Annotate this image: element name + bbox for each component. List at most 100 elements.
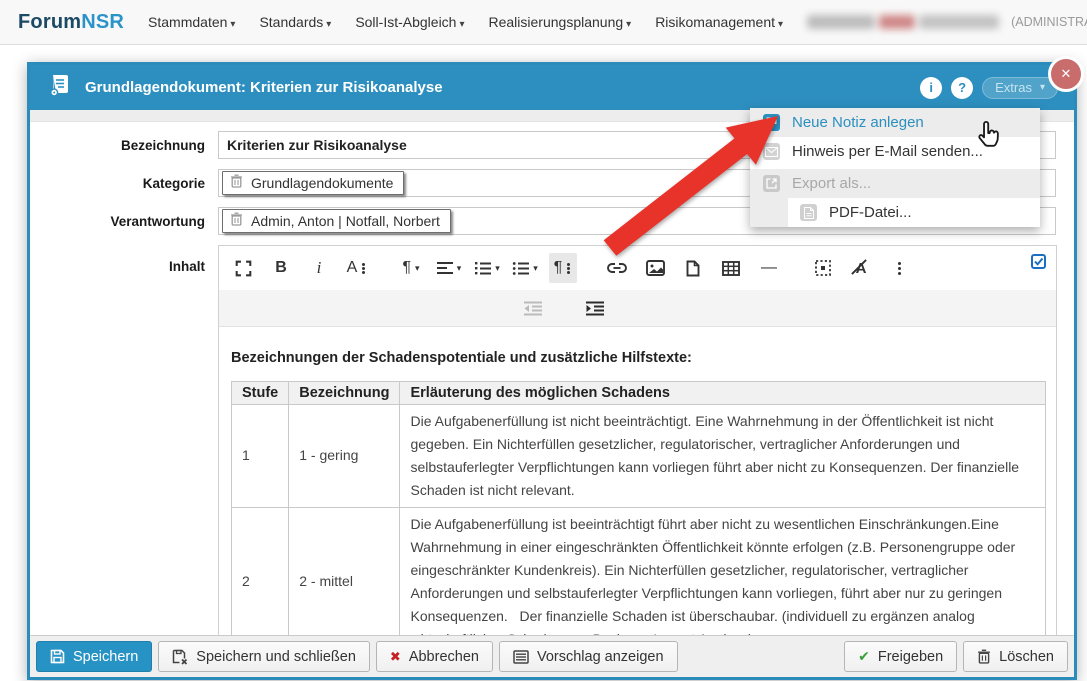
menu-item-new-note[interactable]: Neue Notiz anlegen (750, 108, 1040, 137)
inhalt-label: Inhalt (30, 259, 205, 274)
document-scroll-icon (46, 72, 72, 103)
schadenspotentiale-table: Stufe Bezeichnung Erläuterung des möglic… (231, 381, 1046, 637)
select-all-button[interactable] (809, 253, 837, 283)
fullscreen-button[interactable] (229, 253, 257, 283)
redacted-username (879, 15, 915, 29)
insert-table-button[interactable] (717, 253, 745, 283)
table-cell-erlaeuterung-2: Die Aufgabenerfüllung ist beeinträchtigt… (400, 507, 1046, 637)
logo-part-2: NSR (81, 11, 124, 33)
redacted-username (919, 15, 999, 29)
kategorie-tag-label: Grundlagendokumente (251, 175, 393, 191)
outdent-icon (524, 301, 542, 316)
trash-icon[interactable] (230, 212, 243, 229)
align-button[interactable]: ▾ (435, 253, 463, 283)
more-dots-icon (567, 267, 570, 270)
close-icon: ✕ (1061, 66, 1072, 82)
chevron-down-icon: ▾ (533, 263, 538, 274)
ordered-list-button[interactable]: ▾ (473, 253, 501, 283)
chevron-down-icon: ▾ (326, 19, 331, 30)
verantwortung-label: Verantwortung (30, 214, 205, 229)
export-icon (763, 175, 780, 192)
indent-icon (586, 301, 604, 316)
trash-icon (977, 649, 991, 664)
cancel-button[interactable]: ✖ Abbrechen (376, 641, 493, 672)
menu-realisierungsplanung[interactable]: Realisierungsplanung▾ (489, 14, 632, 30)
clear-format-button[interactable]: A (847, 253, 875, 283)
menu-item-export-as: Export als... (750, 169, 1040, 198)
paragraph-format-button[interactable]: ¶▾ (397, 253, 425, 283)
save-icon (50, 649, 65, 664)
save-and-close-button[interactable]: Speichern und schließen (158, 641, 370, 672)
table-cell-bezeichnung-1: 1 - gering (289, 405, 400, 508)
green-check-icon: ✔ (858, 648, 870, 665)
insert-file-button[interactable] (679, 253, 707, 283)
user-menu[interactable]: (ADMINISTRATOR) ▾ (807, 15, 1087, 29)
insert-link-button[interactable] (603, 253, 631, 283)
rich-text-editor: B i A ¶▾ ▾ ▾ (218, 245, 1057, 637)
dotted-box-icon (815, 260, 831, 276)
align-left-icon (437, 261, 453, 275)
dialog-footer: Speichern Speichern und schließen ✖ Abbr… (30, 635, 1074, 677)
table-icon (722, 261, 740, 276)
chevron-down-icon: ▾ (415, 263, 420, 274)
dialog-title: Grundlagendokument: Kriterien zur Risiko… (85, 79, 443, 96)
indent-button[interactable] (581, 293, 609, 323)
font-size-button[interactable]: A (343, 253, 371, 283)
editor-checkbox[interactable] (1031, 254, 1046, 274)
envelope-icon (763, 143, 780, 160)
extras-dropdown-menu: Neue Notiz anlegen Hinweis per E-Mail se… (750, 108, 1040, 227)
unordered-list-button[interactable]: ▾ (511, 253, 539, 283)
help-button[interactable]: ? (951, 77, 973, 99)
editor-content-area[interactable]: Bezeichnungen der Schadenspotentiale und… (219, 327, 1056, 637)
menu-item-email-hint[interactable]: Hinweis per E-Mail senden... (750, 137, 1040, 166)
table-header-erlaeuterung: Erläuterung des möglichen Schadens (400, 382, 1046, 405)
verantwortung-tag-label: Admin, Anton | Notfall, Norbert (251, 213, 440, 229)
horizontal-rule-button[interactable]: — (755, 253, 783, 283)
table-row: 1 1 - gering Die Aufgabenerfüllung ist n… (232, 405, 1046, 508)
kategorie-tag[interactable]: Grundlagendokumente (222, 171, 404, 195)
top-navbar: ForumNSR Stammdaten▾ Standards▾ Soll-Ist… (0, 0, 1087, 45)
more-options-button[interactable] (885, 253, 913, 283)
trash-icon[interactable] (230, 174, 243, 191)
delete-button[interactable]: Löschen (963, 641, 1068, 672)
save-button[interactable]: Speichern (36, 641, 152, 672)
insert-image-button[interactable] (641, 253, 669, 283)
list-icon (513, 650, 529, 664)
paragraph-style-button[interactable]: ¶ (549, 253, 577, 283)
table-cell-bezeichnung-2: 2 - mittel (289, 507, 400, 637)
info-button[interactable]: i (920, 77, 942, 99)
release-button[interactable]: ✔ Freigeben (844, 641, 957, 672)
note-icon (763, 114, 780, 131)
menu-standards[interactable]: Standards▾ (259, 14, 331, 30)
dialog-header: Grundlagendokument: Kriterien zur Risiko… (30, 65, 1074, 110)
table-cell-stufe-1: 1 (232, 405, 289, 508)
bullet-list-icon (512, 261, 529, 276)
menu-soll-ist-abgleich[interactable]: Soll-Ist-Abgleich▾ (355, 14, 464, 30)
help-icon: ? (958, 80, 966, 95)
chevron-down-icon: ▾ (457, 263, 462, 274)
bold-button[interactable]: B (267, 253, 295, 283)
app-window: ForumNSR Stammdaten▾ Standards▾ Soll-Ist… (0, 0, 1087, 681)
chevron-down-icon: ▾ (626, 19, 631, 30)
table-cell-stufe-2: 2 (232, 507, 289, 637)
image-icon (646, 260, 665, 276)
app-logo[interactable]: ForumNSR (18, 11, 124, 34)
extras-button[interactable]: Extras▾ (982, 77, 1058, 99)
show-proposal-button[interactable]: Vorschlag anzeigen (499, 641, 678, 672)
kategorie-label: Kategorie (30, 176, 205, 191)
chevron-down-icon: ▾ (1040, 82, 1045, 93)
italic-button[interactable]: i (305, 253, 333, 283)
file-icon (686, 260, 700, 277)
menu-item-pdf-file[interactable]: PDF-Datei... (750, 198, 1040, 227)
menu-risikomanagement[interactable]: Risikomanagement▾ (655, 14, 783, 30)
kebab-menu-icon (898, 267, 901, 270)
close-button[interactable]: ✕ (1048, 56, 1084, 92)
logo-part-1: Forum (18, 11, 81, 33)
table-cell-erlaeuterung-1: Die Aufgabenerfüllung ist nicht beeinträ… (400, 405, 1046, 508)
outdent-button[interactable] (519, 293, 547, 323)
link-icon (607, 262, 627, 274)
menu-stammdaten[interactable]: Stammdaten▾ (148, 14, 235, 30)
verantwortung-tag[interactable]: Admin, Anton | Notfall, Norbert (222, 209, 451, 233)
chevron-down-icon: ▾ (778, 19, 783, 30)
more-dots-icon (362, 267, 365, 270)
